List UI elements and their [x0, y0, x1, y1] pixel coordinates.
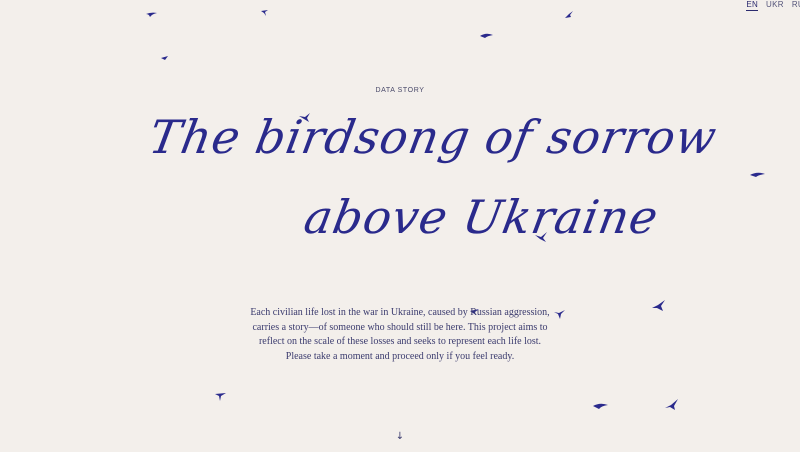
language-en-link[interactable]: EN: [746, 0, 759, 11]
bird-icon: [146, 12, 157, 17]
arrow-down-icon[interactable]: ↓: [394, 431, 406, 442]
bird-icon: [593, 403, 608, 409]
page-title-line-2: above Ukraine: [300, 190, 663, 244]
language-switcher: EN UKR RU: [746, 0, 800, 11]
data-story-label: DATA STORY: [375, 87, 425, 94]
bird-icon: [665, 399, 678, 410]
bird-icon: [161, 56, 168, 60]
language-ukr-link[interactable]: UKR: [766, 0, 784, 11]
intro-paragraph: Each civilian life lost in the war in Uk…: [250, 307, 550, 362]
bird-icon: [215, 393, 226, 401]
page-title-line-1: The birdsong of sorrow: [145, 110, 722, 164]
bird-icon: [750, 172, 765, 177]
bird-icon: [554, 310, 565, 319]
bird-icon: [652, 300, 665, 311]
bird-icon: [480, 33, 493, 38]
bird-icon: [261, 10, 268, 16]
bird-icon: [565, 11, 573, 18]
language-ru-link[interactable]: RU: [792, 0, 800, 11]
